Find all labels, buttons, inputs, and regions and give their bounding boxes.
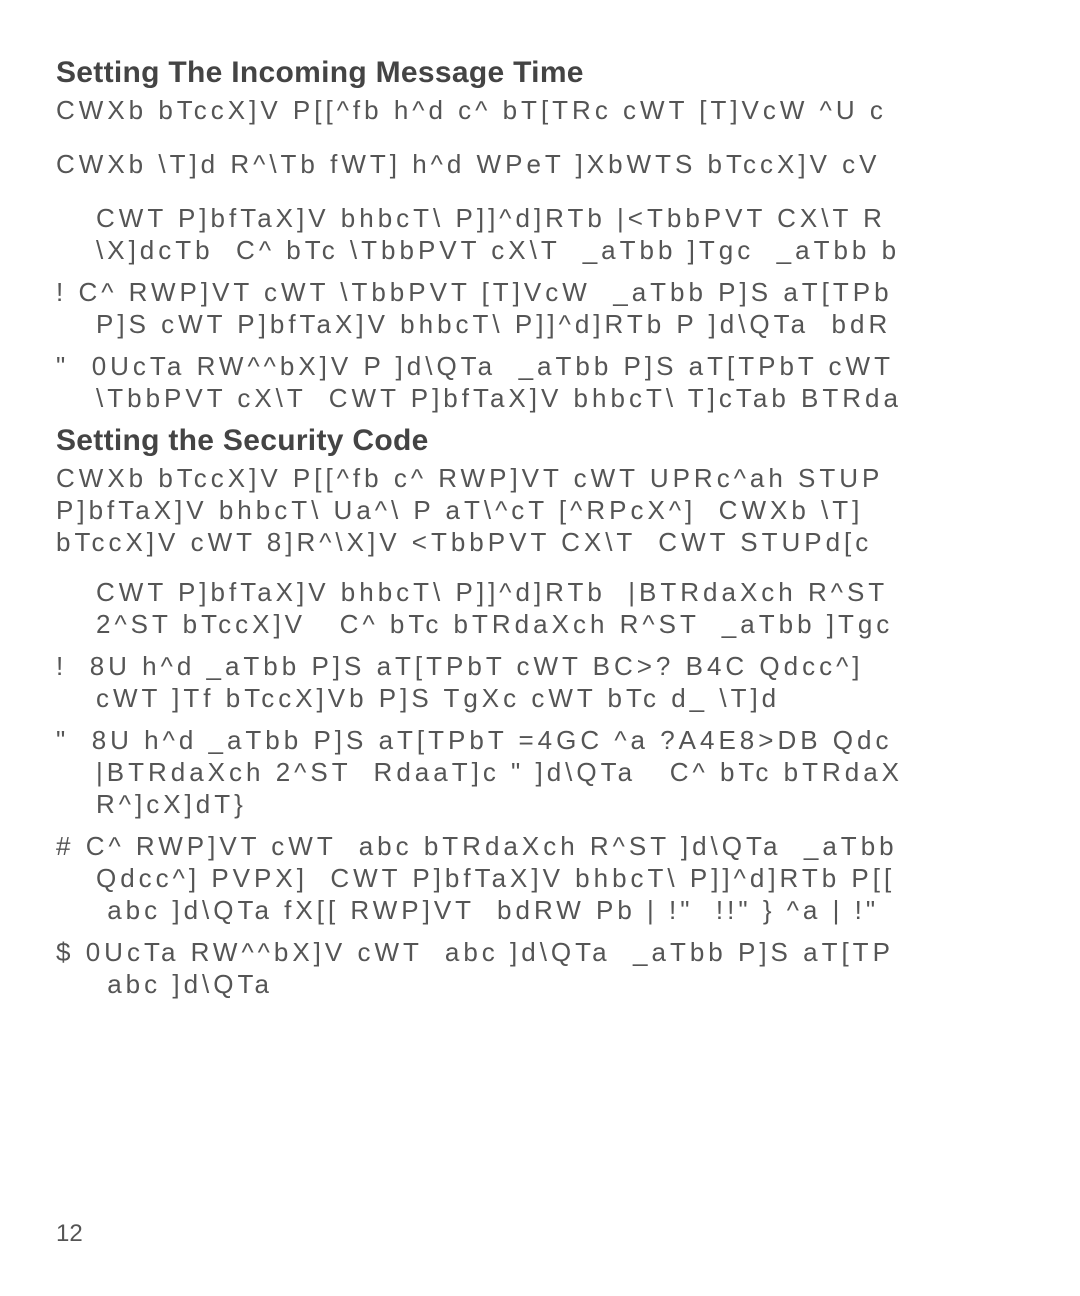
list-item-line: CWT P]bfTaX]V bhbcT\ P]]^d]RTb |BTRdaXch… <box>96 576 1080 608</box>
manual-page: { "section1": { "heading": "Setting The … <box>0 0 1080 1296</box>
list-item: " 0UcTa RW^^bX]V P ]d\QTa _aTbb P]S aT[T… <box>56 350 1080 414</box>
list-item-line: \X]dcTb C^ bTc \TbbPVT cX\T _aTbb ]Tgc _… <box>96 234 1080 266</box>
list-item-line: " 8U h^d _aTbb P]S aT[TPbT =4GC ^a ?A4E8… <box>56 724 1080 756</box>
list-item: $ 0UcTa RW^^bX]V cWT abc ]d\QTa _aTbb P]… <box>56 936 1080 1000</box>
section-incoming-message-time: Setting The Incoming Message Time CWXb b… <box>56 56 1080 414</box>
list-item-line: CWT P]bfTaX]V bhbcT\ P]]^d]RTb |<TbbPVT … <box>96 202 1080 234</box>
list-item: " 8U h^d _aTbb P]S aT[TPbT =4GC ^a ?A4E8… <box>56 724 1080 820</box>
list-item-line: cWT ]Tf bTccX]Vb P]S TgXc cWT bTc d_ \T]… <box>56 682 1080 714</box>
para-s1-1: CWXb bTccX]V P[[^fb h^d c^ bT[TRc cWT [T… <box>56 94 1080 126</box>
page-number: 12 <box>56 1220 83 1248</box>
list-item: ! 8U h^d _aTbb P]S aT[TPbT cWT BC>? B4C … <box>56 650 1080 714</box>
heading-security-code: Setting the Security Code <box>56 424 1080 458</box>
list-item-line: ! 8U h^d _aTbb P]S aT[TPbT cWT BC>? B4C … <box>56 650 1080 682</box>
list-item-line: Qdcc^] PVPX] CWT P]bfTaX]V bhbcT\ P]]^d]… <box>56 862 1080 894</box>
list-item: ! C^ RWP]VT cWT \TbbPVT [T]VcW _aTbb P]S… <box>56 276 1080 340</box>
list-item-line: abc ]d\QTa <box>56 968 1080 1000</box>
list-item-line: 2^ST bTccX]V C^ bTc bTRdaXch R^ST _aTbb … <box>96 608 1080 640</box>
para-s1-2: CWXb \T]d R^\Tb fWT] h^d WPeT ]XbWTS bTc… <box>56 148 1080 180</box>
list-item-line: ! C^ RWP]VT cWT \TbbPVT [T]VcW _aTbb P]S… <box>56 276 1080 308</box>
para-s2: P]bfTaX]V bhbcT\ Ua^\ P aT\^cT [^RPcX^] … <box>56 494 1080 526</box>
para-s2: CWXb bTccX]V P[[^fb c^ RWP]VT cWT UPRc^a… <box>56 462 1080 494</box>
list-item: CWT P]bfTaX]V bhbcT\ P]]^d]RTb |<TbbPVT … <box>56 202 1080 266</box>
list-item: # C^ RWP]VT cWT abc bTRdaXch R^ST ]d\QTa… <box>56 830 1080 926</box>
list-item-line: |BTRdaXch 2^ST RdaaT]c " ]d\QTa C^ bTc b… <box>56 756 1080 788</box>
list-item-line: \TbbPVT cX\T CWT P]bfTaX]V bhbcT\ T]cTab… <box>56 382 1080 414</box>
para-s2: bTccX]V cWT 8]R^\X]V <TbbPVT CX\T CWT ST… <box>56 526 1080 558</box>
list-item-line: R^]cX]dT} <box>56 788 1080 820</box>
list-item: CWT P]bfTaX]V bhbcT\ P]]^d]RTb |BTRdaXch… <box>56 576 1080 640</box>
list-item-line: P]S cWT P]bfTaX]V bhbcT\ P]]^d]RTb P ]d\… <box>56 308 1080 340</box>
list-item-line: $ 0UcTa RW^^bX]V cWT abc ]d\QTa _aTbb P]… <box>56 936 1080 968</box>
list-item-line: " 0UcTa RW^^bX]V P ]d\QTa _aTbb P]S aT[T… <box>56 350 1080 382</box>
section-security-code: Setting the Security Code CWXb bTccX]V P… <box>56 424 1080 1000</box>
heading-incoming-message-time: Setting The Incoming Message Time <box>56 56 1080 90</box>
list-item-line: abc ]d\QTa fX[[ RWP]VT bdRW Pb | !" !!" … <box>56 894 1080 926</box>
list-item-line: # C^ RWP]VT cWT abc bTRdaXch R^ST ]d\QTa… <box>56 830 1080 862</box>
